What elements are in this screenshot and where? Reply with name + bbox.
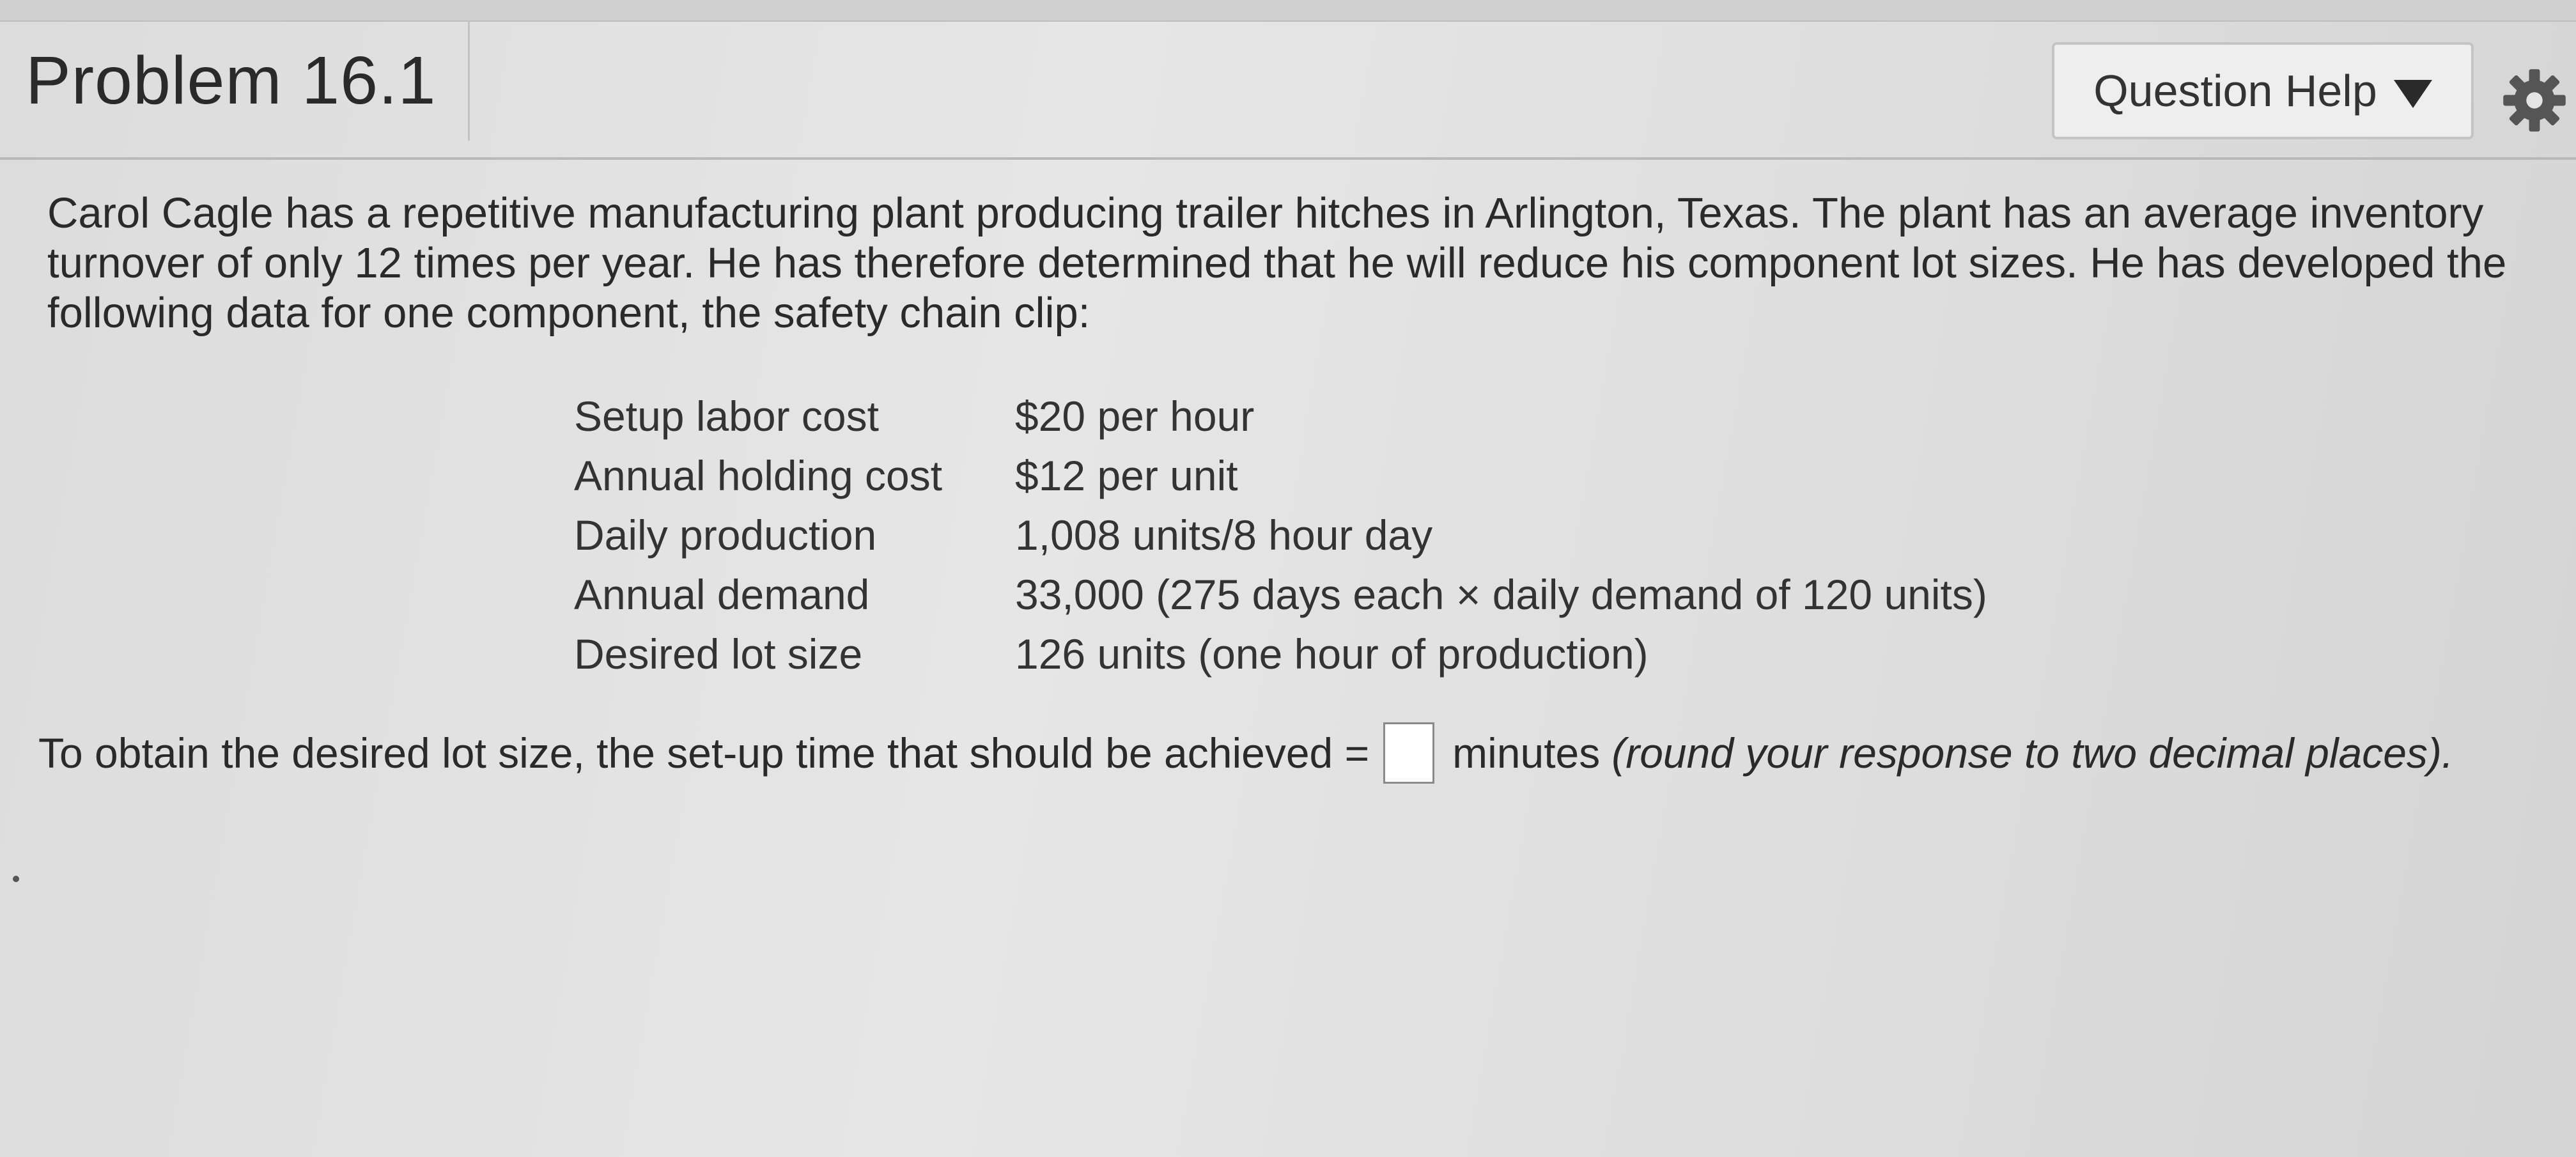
- problem-statement: Carol Cagle has a repetitive manufacturi…: [47, 189, 2507, 337]
- answer-prompt: To obtain the desired lot size, the set-…: [38, 729, 1370, 777]
- answer-unit: minutes: [1452, 729, 1601, 777]
- setup-time-answer-input[interactable]: [1383, 722, 1435, 784]
- page-title: Problem 16.1: [26, 42, 437, 118]
- row-value: 33,000 (275 days each × daily demand of …: [1015, 570, 1987, 618]
- table-row: Annual demand 33,000 (275 days each × da…: [574, 564, 1987, 624]
- row-label: Annual holding cost: [574, 451, 943, 499]
- rounding-hint: (round your response to two decimal plac…: [1611, 729, 2454, 777]
- question-help-label: Question Help: [2093, 66, 2377, 116]
- top-strip: [0, 0, 2576, 22]
- table-row: Annual holding cost $12 per unit: [574, 446, 1987, 505]
- row-label: Daily production: [574, 511, 877, 559]
- table-row: Daily production 1,008 units/8 hour day: [574, 505, 1987, 564]
- question-help-button[interactable]: Question Help: [2052, 42, 2474, 139]
- row-value: $20 per hour: [1015, 392, 1255, 440]
- problem-header: Problem 16.1 Question Help: [0, 20, 2576, 160]
- row-label: Desired lot size: [574, 630, 863, 678]
- component-data-table: Setup labor cost $20 per hour Annual hol…: [574, 386, 1987, 683]
- caret-down-icon: [2393, 80, 2432, 108]
- table-row: Setup labor cost $20 per hour: [574, 386, 1987, 446]
- row-value: 126 units (one hour of production): [1015, 630, 1649, 678]
- gear-icon[interactable]: [2501, 66, 2568, 134]
- row-value: $12 per unit: [1015, 451, 1238, 499]
- row-label: Annual demand: [574, 570, 870, 618]
- title-box: Problem 16.1: [0, 20, 470, 141]
- table-row: Desired lot size 126 units (one hour of …: [574, 624, 1987, 683]
- answer-line: To obtain the desired lot size, the set-…: [38, 722, 2453, 784]
- row-value: 1,008 units/8 hour day: [1015, 511, 1433, 559]
- stray-dot: [13, 876, 19, 882]
- row-label: Setup labor cost: [574, 392, 879, 440]
